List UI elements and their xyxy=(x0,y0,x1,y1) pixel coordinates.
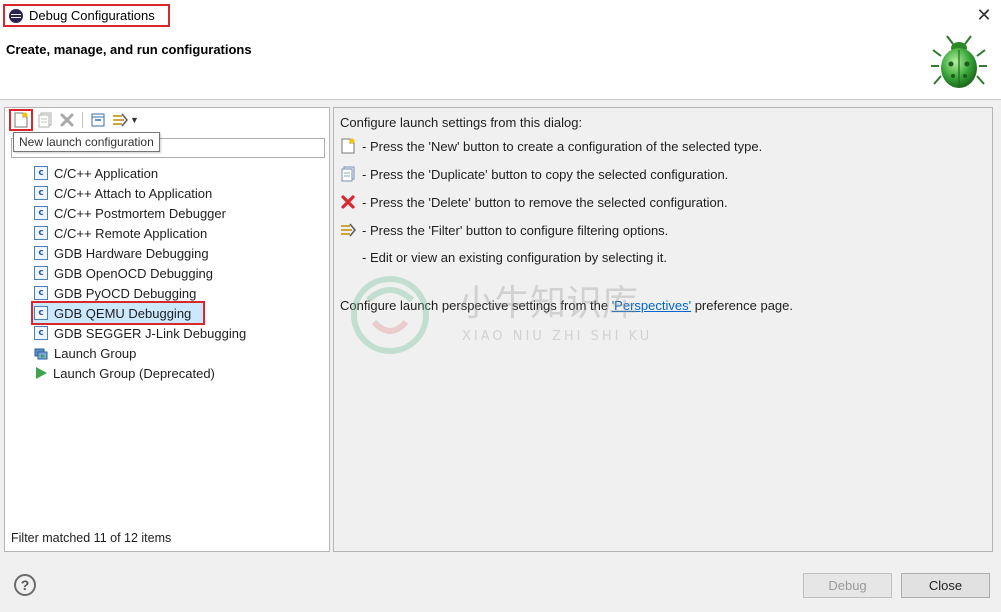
collapse-icon xyxy=(91,113,105,127)
info-line-text: - Press the 'Duplicate' button to copy t… xyxy=(362,166,729,182)
tree-item-cpp-remote[interactable]: c C/C++ Remote Application xyxy=(33,223,323,243)
info-line-filter: - Press the 'Filter' button to configure… xyxy=(340,222,668,238)
tree-item-gdb-qemu[interactable]: c GDB QEMU Debugging xyxy=(31,301,205,325)
window-title: Debug Configurations xyxy=(29,8,155,23)
filter-icon xyxy=(113,113,128,127)
perspective-suffix: preference page. xyxy=(691,298,793,313)
tree-item-label: GDB SEGGER J-Link Debugging xyxy=(54,325,247,341)
filter-dropdown-arrow-icon[interactable]: ▼ xyxy=(130,115,139,125)
info-intro: Configure launch settings from this dial… xyxy=(340,115,582,130)
header-title: Create, manage, and run configurations xyxy=(6,42,252,57)
configuration-tree-panel: ▼ c C/C++ Application c C/C++ Attach to … xyxy=(4,107,330,552)
tree-item-cpp-application[interactable]: c C/C++ Application xyxy=(33,163,323,183)
launch-group-icon xyxy=(34,348,48,360)
c-launch-icon: c xyxy=(34,246,48,260)
c-launch-icon: c xyxy=(34,226,48,240)
info-line-new: - Press the 'New' button to create a con… xyxy=(340,138,762,154)
title-bar: Debug Configurations ✕ xyxy=(0,0,1001,32)
filter-button[interactable] xyxy=(110,110,130,130)
duplicate-config-button[interactable] xyxy=(35,110,55,130)
tree-item-label: GDB QEMU Debugging xyxy=(54,305,192,321)
window-title-box: Debug Configurations xyxy=(3,4,170,27)
toolbar-separator xyxy=(82,112,83,128)
info-perspective-line: Configure launch perspective settings fr… xyxy=(340,298,793,313)
perspective-prefix: Configure launch perspective settings fr… xyxy=(340,298,612,313)
tree-item-cpp-attach[interactable]: c C/C++ Attach to Application xyxy=(33,183,323,203)
tree-item-label: C/C++ Application xyxy=(54,165,159,181)
info-line-edit: - Edit or view an existing configuration… xyxy=(362,250,667,265)
c-launch-icon: c xyxy=(34,206,48,220)
perspectives-link[interactable]: 'Perspectives' xyxy=(612,298,691,313)
close-window-button[interactable]: ✕ xyxy=(973,4,995,26)
tree-item-label: C/C++ Remote Application xyxy=(54,225,208,241)
info-line-text: - Press the 'Delete' button to remove th… xyxy=(362,194,728,210)
configuration-tree: c C/C++ Application c C/C++ Attach to Ap… xyxy=(31,163,323,383)
dialog-header: Create, manage, and run configurations xyxy=(0,32,1001,100)
info-line-delete: - Press the 'Delete' button to remove th… xyxy=(340,194,728,210)
c-launch-icon: c xyxy=(34,166,48,180)
tree-item-label: Launch Group xyxy=(54,345,137,361)
tree-item-label: Launch Group (Deprecated) xyxy=(53,365,215,381)
c-launch-icon: c xyxy=(34,306,48,320)
close-button[interactable]: Close xyxy=(901,573,990,598)
info-line-text: - Edit or view an existing configuration… xyxy=(362,250,667,265)
tree-toolbar: ▼ xyxy=(5,108,329,132)
filter-icon xyxy=(340,222,356,238)
info-line-text: - Press the 'Filter' button to configure… xyxy=(362,222,669,238)
c-launch-icon: c xyxy=(34,326,48,340)
tree-item-gdb-openocd[interactable]: c GDB OpenOCD Debugging xyxy=(33,263,323,283)
duplicate-icon xyxy=(340,166,356,182)
duplicate-icon xyxy=(38,112,52,128)
delete-config-button[interactable] xyxy=(57,110,77,130)
eclipse-icon xyxy=(9,8,23,23)
bug-icon xyxy=(931,35,987,88)
info-line-text: - Press the 'New' button to create a con… xyxy=(362,138,763,154)
new-config-tooltip: New launch configuration xyxy=(13,132,160,152)
tree-item-label: C/C++ Attach to Application xyxy=(54,185,213,201)
tree-item-launch-group-deprecated[interactable]: Launch Group (Deprecated) xyxy=(33,363,323,383)
c-launch-icon: c xyxy=(34,286,48,300)
info-line-duplicate: - Press the 'Duplicate' button to copy t… xyxy=(340,166,728,182)
info-intro-text: Configure launch settings from this dial… xyxy=(340,115,583,130)
tree-item-gdb-hardware[interactable]: c GDB Hardware Debugging xyxy=(33,243,323,263)
new-file-icon xyxy=(14,112,28,128)
help-button[interactable]: ? xyxy=(14,574,36,596)
tree-item-cpp-postmortem[interactable]: c C/C++ Postmortem Debugger xyxy=(33,203,323,223)
tree-item-label: C/C++ Postmortem Debugger xyxy=(54,205,226,221)
delete-icon xyxy=(340,194,356,210)
filter-status-text: Filter matched 11 of 12 items xyxy=(11,531,172,545)
c-launch-icon: c xyxy=(34,266,48,280)
new-file-icon xyxy=(340,138,356,154)
tree-item-label: GDB OpenOCD Debugging xyxy=(54,265,213,281)
debug-button[interactable]: Debug xyxy=(803,573,892,598)
tree-item-gdb-pyocd[interactable]: c GDB PyOCD Debugging xyxy=(33,283,323,303)
configuration-info-panel: Configure launch settings from this dial… xyxy=(333,107,993,552)
collapse-all-button[interactable] xyxy=(88,110,108,130)
tree-item-gdb-segger-jlink[interactable]: c GDB SEGGER J-Link Debugging xyxy=(33,323,323,343)
tree-item-launch-group[interactable]: Launch Group xyxy=(33,343,323,363)
tree-item-label: GDB Hardware Debugging xyxy=(54,245,209,261)
c-launch-icon: c xyxy=(34,186,48,200)
play-icon xyxy=(36,367,47,379)
tree-item-label: GDB PyOCD Debugging xyxy=(54,285,197,301)
new-config-button[interactable] xyxy=(9,109,33,131)
delete-icon xyxy=(60,113,74,127)
